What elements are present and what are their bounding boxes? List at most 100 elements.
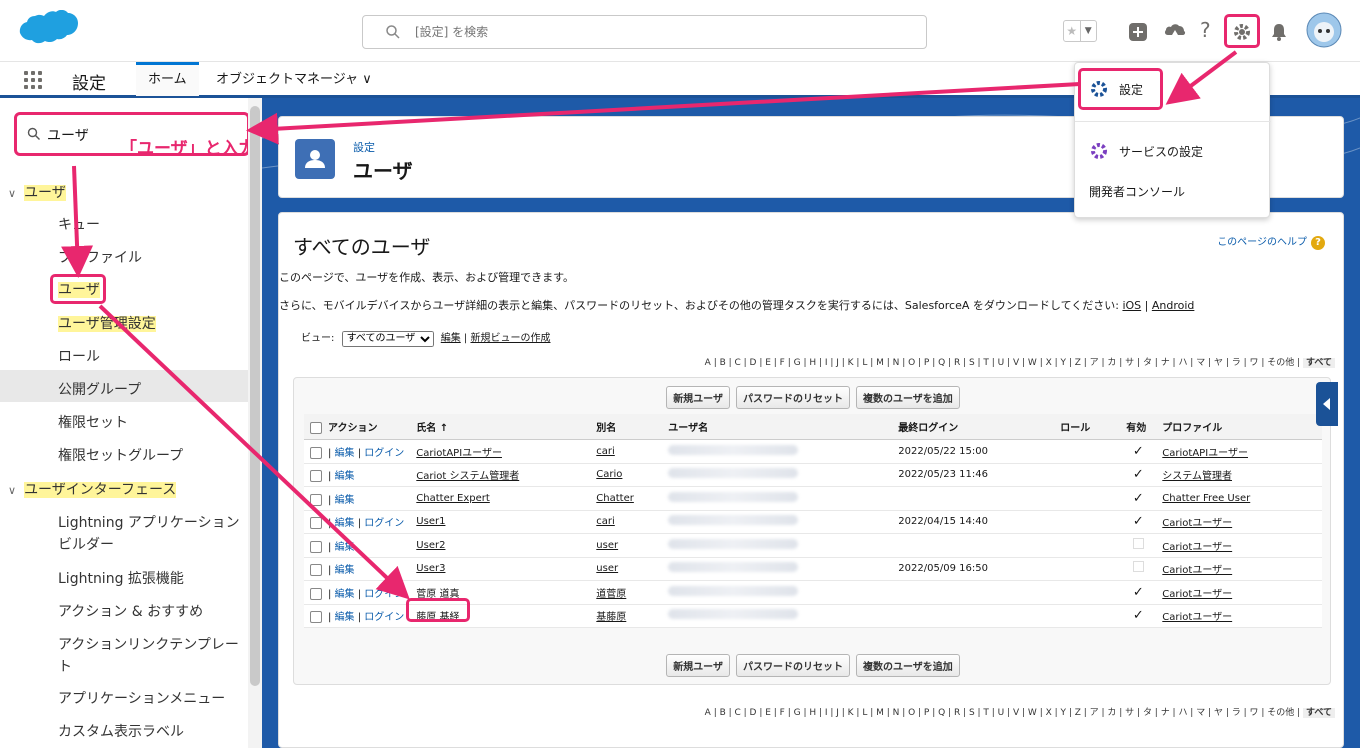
profile-link[interactable]: Cariotユーザー — [1162, 542, 1232, 553]
reset-password-button[interactable]: パスワードのリセット — [736, 386, 850, 409]
quick-find-input[interactable]: ユーザ — [47, 125, 89, 145]
ios-link[interactable]: iOS — [1122, 299, 1141, 312]
sidebar-item-app-menu[interactable]: アプリケーションメニュー — [58, 688, 225, 708]
login-link[interactable]: ログイン — [364, 612, 404, 623]
edit-link[interactable]: 編集 — [335, 612, 355, 623]
edit-link[interactable]: 編集 — [335, 542, 355, 553]
new-user-button-bottom[interactable]: 新規ユーザ — [666, 654, 730, 677]
column-active[interactable]: 有効 — [1120, 414, 1157, 440]
alphabet-filter-top[interactable]: A | B | C | D | E | F | G | H | I | J | … — [705, 355, 1335, 368]
sidebar-item-public-groups[interactable]: 公開グループ — [58, 379, 141, 399]
row-checkbox[interactable] — [310, 587, 322, 600]
username-redacted — [668, 609, 799, 620]
profile-link[interactable]: CariotAPIユーザー — [1162, 448, 1248, 459]
search-icon — [386, 25, 400, 39]
global-search[interactable] — [362, 15, 927, 49]
sidebar-group-user-interface[interactable]: ∨ ユーザインターフェース — [8, 479, 177, 499]
app-launcher-icon[interactable] — [24, 71, 44, 91]
profile-link[interactable]: Cariotユーザー — [1162, 612, 1232, 623]
column-last-login[interactable]: 最終ログイン — [892, 414, 1055, 440]
select-all-checkbox[interactable] — [310, 422, 322, 434]
profile-link[interactable]: Cariotユーザー — [1162, 589, 1232, 600]
app-name: 設定 — [72, 74, 106, 94]
column-name[interactable]: 氏名 ↑ — [410, 414, 591, 440]
view-select[interactable]: すべてのユーザ — [341, 330, 434, 347]
user-name-link[interactable]: Chatter Expert — [416, 493, 490, 504]
profile-link[interactable]: Chatter Free User — [1162, 493, 1250, 504]
table-row[interactable]: | 編集 User3 user 2022/05/09 16:50 Cariotユーザー — [304, 557, 1322, 581]
edit-link[interactable]: 編集 — [335, 448, 355, 459]
sidebar-group-users[interactable]: ∨ ユーザ — [8, 182, 66, 202]
sidebar-item-lightning-extension[interactable]: Lightning 拡張機能 — [58, 568, 184, 588]
login-link[interactable]: ログイン — [364, 589, 404, 600]
sidebar-item-permission-sets[interactable]: 権限セット — [58, 412, 128, 432]
column-username[interactable]: ユーザ名 — [662, 414, 893, 440]
profile-link[interactable]: Cariotユーザー — [1162, 518, 1232, 529]
table-row[interactable]: | 編集 Chatter Expert Chatter ✓ Chatter Free U… — [304, 486, 1322, 511]
sidebar-item-queues[interactable]: キュー — [58, 214, 100, 234]
row-checkbox[interactable] — [310, 446, 322, 459]
user-name-link[interactable]: CariotAPIユーザー — [416, 448, 502, 459]
user-name-link[interactable]: User3 — [416, 563, 445, 574]
menu-item-service-setup[interactable]: サービスの設定 — [1089, 141, 1203, 161]
row-checkbox[interactable] — [310, 540, 322, 553]
add-multiple-users-button[interactable]: 複数のユーザを追加 — [856, 386, 960, 409]
column-profile[interactable]: プロファイル — [1156, 414, 1322, 440]
search-input[interactable] — [415, 22, 895, 42]
column-role[interactable]: ロール — [1054, 414, 1121, 440]
profile-link[interactable]: Cariotユーザー — [1162, 565, 1232, 576]
reset-password-button-bottom[interactable]: パスワードのリセット — [736, 654, 850, 677]
row-checkbox[interactable] — [310, 611, 322, 624]
android-link[interactable]: Android — [1152, 299, 1195, 312]
scrollbar-thumb[interactable] — [250, 106, 260, 686]
help-icon[interactable]: ? — [1200, 18, 1211, 42]
table-row[interactable]: | 編集 User2 user Cariotユーザー — [304, 533, 1322, 558]
breadcrumb[interactable]: 設定 — [353, 139, 375, 155]
sidebar-item-user-management-settings[interactable]: ユーザ管理設定 — [58, 313, 156, 333]
edit-link[interactable]: 編集 — [335, 495, 355, 506]
sidebar-item-actions-recommendations[interactable]: アクション & おすすめ — [58, 601, 203, 621]
new-user-button[interactable]: 新規ユーザ — [666, 386, 730, 409]
edit-link[interactable]: 編集 — [335, 565, 355, 576]
edit-link[interactable]: 編集 — [335, 518, 355, 529]
salesforce-logo-icon[interactable] — [18, 10, 80, 52]
active-check-icon: ✓ — [1132, 584, 1144, 600]
edit-view-link[interactable]: 編集 — [441, 333, 461, 344]
profile-link[interactable]: システム管理者 — [1162, 471, 1232, 482]
user-name-link[interactable]: User2 — [416, 540, 445, 551]
row-checkbox[interactable] — [310, 493, 322, 506]
favorites-button[interactable]: ★ ▼ — [1063, 20, 1097, 42]
menu-item-developer-console[interactable]: 開発者コンソール — [1089, 183, 1185, 200]
trailhead-icon[interactable] — [1164, 21, 1186, 41]
row-checkbox[interactable] — [310, 564, 322, 577]
edit-link[interactable]: 編集 — [335, 589, 355, 600]
help-link[interactable]: このページのヘルプ? — [1217, 233, 1325, 250]
sidebar-item-profiles[interactable]: プロファイル — [58, 247, 142, 267]
login-link[interactable]: ログイン — [364, 448, 404, 459]
user-avatar-icon[interactable] — [1306, 12, 1342, 48]
sidebar-item-roles[interactable]: ロール — [58, 346, 100, 366]
row-checkbox[interactable] — [310, 470, 322, 483]
column-alias[interactable]: 別名 — [590, 414, 663, 440]
table-row[interactable]: | 編集 Cariot システム管理者 Cario 2022/05/23 11:46 ✓… — [304, 463, 1322, 487]
sidebar-item-permission-set-groups[interactable]: 権限セットグループ — [58, 445, 183, 465]
sidebar-item-action-link-templates[interactable]: アクションリンクテンプレート — [58, 634, 242, 678]
tab-home[interactable]: ホーム — [136, 62, 199, 96]
sidebar-item-lightning-app-builder[interactable]: Lightning アプリケーションビルダー — [58, 512, 242, 556]
new-view-link[interactable]: 新規ビューの作成 — [470, 333, 550, 344]
notification-bell-icon[interactable] — [1270, 22, 1288, 42]
sidebar-scrollbar[interactable] — [248, 98, 262, 748]
user-name-link[interactable]: User1 — [416, 516, 445, 527]
collapse-panel-tab[interactable] — [1316, 382, 1338, 426]
user-name-link[interactable]: Cariot システム管理者 — [416, 471, 519, 482]
table-row[interactable]: | 編集 | ログイン User1 cari 2022/04/15 14:40 ✓ Car… — [304, 510, 1322, 534]
global-actions-plus-icon[interactable] — [1128, 22, 1148, 42]
login-link[interactable]: ログイン — [364, 518, 404, 529]
row-checkbox[interactable] — [310, 517, 322, 530]
edit-link[interactable]: 編集 — [335, 471, 355, 482]
table-row[interactable]: | 編集 | ログイン CariotAPIユーザー cari 2022/05/22 1… — [304, 439, 1322, 464]
add-multiple-users-button-bottom[interactable]: 複数のユーザを追加 — [856, 654, 960, 677]
tab-object-manager[interactable]: オブジェクトマネージャ ∨ — [204, 62, 384, 96]
sidebar-item-custom-labels[interactable]: カスタム表示ラベル — [58, 721, 184, 741]
alphabet-filter-bottom[interactable]: A | B | C | D | E | F | G | H | I | J | … — [705, 705, 1335, 718]
